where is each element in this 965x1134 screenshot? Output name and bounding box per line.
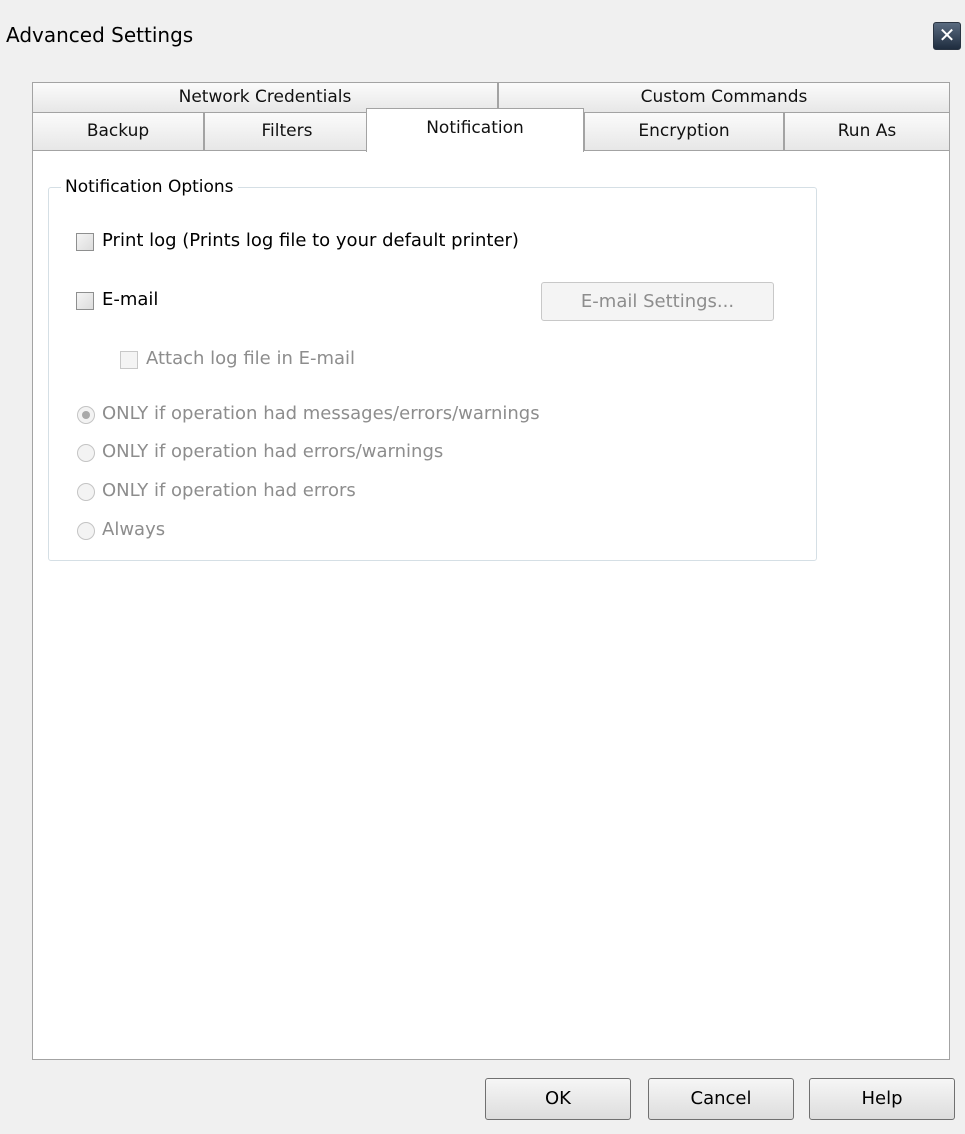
close-button[interactable]: ✕ xyxy=(933,22,961,50)
radio-errors[interactable] xyxy=(77,483,95,501)
radio-messages-errors-warnings[interactable] xyxy=(77,406,95,424)
tab-label: Encryption xyxy=(638,121,730,141)
email-settings-button[interactable]: E-mail Settings... xyxy=(541,282,774,321)
attach-log-label[interactable]: Attach log file in E-mail xyxy=(146,348,355,369)
tab-backup[interactable]: Backup xyxy=(32,112,204,150)
tab-notification[interactable]: Notification xyxy=(366,108,584,152)
email-checkbox[interactable] xyxy=(76,292,94,310)
group-legend: Notification Options xyxy=(61,177,238,197)
radio-label[interactable]: ONLY if operation had errors xyxy=(102,480,356,501)
tab-label: Run As xyxy=(837,121,897,141)
button-label: E-mail Settings... xyxy=(580,291,735,312)
cancel-button[interactable]: Cancel xyxy=(648,1078,794,1120)
tab-label: Network Credentials xyxy=(178,87,352,107)
tab-run-as[interactable]: Run As xyxy=(784,112,950,150)
button-label: OK xyxy=(545,1088,571,1109)
radio-always[interactable] xyxy=(77,522,95,540)
close-icon: ✕ xyxy=(938,23,956,47)
radio-errors-warnings[interactable] xyxy=(77,444,95,462)
radio-label[interactable]: ONLY if operation had messages/errors/wa… xyxy=(102,403,540,424)
button-label: Cancel xyxy=(690,1088,752,1109)
title-bar: Advanced Settings ✕ xyxy=(0,0,965,72)
tab-label: Backup xyxy=(86,121,150,141)
ok-button[interactable]: OK xyxy=(485,1078,631,1120)
print-log-checkbox[interactable] xyxy=(76,233,94,251)
tab-label: Custom Commands xyxy=(640,87,808,107)
advanced-settings-dialog: Advanced Settings ✕ Network Credentials … xyxy=(0,0,965,1134)
tab-encryption[interactable]: Encryption xyxy=(584,112,784,150)
button-label: Help xyxy=(861,1088,903,1109)
tab-label: Notification xyxy=(426,118,524,138)
tab-label: Filters xyxy=(261,121,313,141)
help-button[interactable]: Help xyxy=(809,1078,955,1120)
tab-filters[interactable]: Filters xyxy=(204,112,370,150)
attach-log-checkbox[interactable] xyxy=(120,351,138,369)
window-title: Advanced Settings xyxy=(6,23,194,47)
email-label[interactable]: E-mail xyxy=(102,289,158,310)
radio-label[interactable]: Always xyxy=(102,519,165,540)
print-log-label[interactable]: Print log (Prints log file to your defau… xyxy=(102,230,519,251)
radio-label[interactable]: ONLY if operation had errors/warnings xyxy=(102,441,443,462)
